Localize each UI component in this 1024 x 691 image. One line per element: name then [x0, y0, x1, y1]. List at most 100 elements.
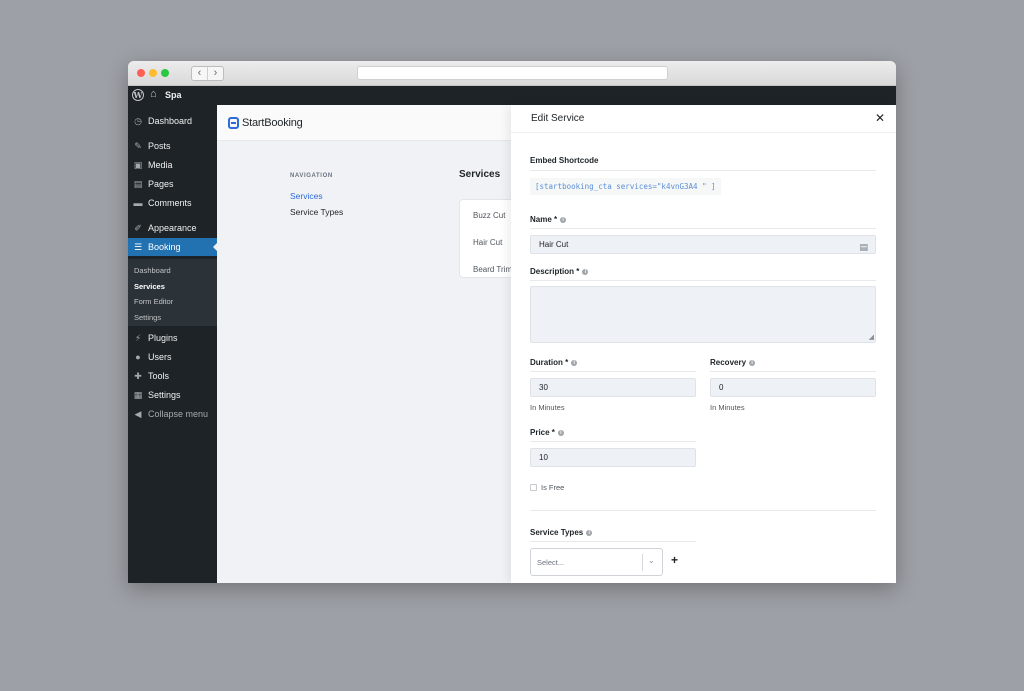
sidebar-item-dashboard[interactable]: ◷ Dashboard: [128, 112, 217, 130]
wordpress-logo-icon[interactable]: W: [132, 89, 144, 101]
collapse-icon: ◀: [134, 408, 142, 419]
back-button[interactable]: ‹: [192, 67, 207, 80]
maximize-window-button[interactable]: [161, 69, 169, 77]
sidebar-item-plugins[interactable]: ⚡ Plugins: [128, 329, 217, 347]
users-icon: ●: [135, 352, 141, 362]
submenu-item-form-editor[interactable]: Form Editor: [134, 297, 173, 306]
add-service-type-button[interactable]: +: [671, 553, 678, 567]
embed-shortcode-label: Embed Shortcode: [530, 156, 599, 165]
divider: [710, 371, 876, 372]
is-free-row: Is Free: [530, 483, 564, 492]
sidebar-item-label: Settings: [148, 390, 181, 400]
divider: [530, 228, 876, 229]
name-label: Name * i: [530, 215, 567, 224]
info-icon: i: [582, 269, 589, 275]
chevron-down-icon[interactable]: ⌄: [648, 556, 655, 565]
info-icon: i: [749, 360, 756, 366]
embed-shortcode-value[interactable]: [startbooking_cta services="k4vnG3A4 " ]: [530, 178, 721, 195]
comments-icon: ▬: [133, 198, 143, 208]
duration-label: Duration * i: [530, 358, 578, 367]
sidebar-item-appearance[interactable]: ✐ Appearance: [128, 219, 217, 237]
plugin-icon: ⚡: [134, 332, 142, 343]
sidebar-item-label: Users: [148, 352, 172, 362]
recovery-field[interactable]: 0: [710, 378, 876, 397]
submenu-item-dashboard[interactable]: Dashboard: [134, 266, 171, 275]
duration-hint: In Minutes: [530, 403, 565, 412]
info-icon: i: [586, 530, 593, 536]
collapse-menu-button[interactable]: ◀ Collapse menu: [128, 405, 217, 423]
pages-icon: ▤: [133, 178, 143, 189]
recovery-label-text: Recovery: [710, 358, 747, 367]
browser-window: ‹ › W ⌂ Spa ◷ Dashboard ✎ Posts ▣ Media …: [128, 61, 896, 583]
is-free-checkbox[interactable]: [530, 484, 537, 491]
sidebar-item-settings[interactable]: ▦ Settings: [128, 386, 217, 404]
sidebar-item-pages[interactable]: ▤ Pages: [128, 175, 217, 193]
info-icon: i: [571, 360, 578, 366]
booking-icon: ☰: [133, 241, 143, 252]
sidebar-item-label: Appearance: [148, 223, 197, 233]
nav-link-services[interactable]: Services: [290, 191, 323, 201]
settings-icon: ▦: [133, 389, 143, 400]
admin-sidebar: ◷ Dashboard ✎ Posts ▣ Media ▤ Pages ▬ Co…: [128, 105, 217, 583]
address-bar[interactable]: [357, 66, 668, 80]
service-types-label-text: Service Types: [530, 528, 584, 537]
close-window-button[interactable]: [137, 69, 145, 77]
panel-title: Edit Service: [531, 113, 585, 124]
description-label: Description * i: [530, 267, 589, 276]
submenu-item-services[interactable]: Services: [134, 282, 165, 291]
wrench-icon: ✚: [134, 370, 142, 381]
brush-icon: ✐: [134, 222, 142, 233]
sidebar-item-label: Posts: [148, 141, 171, 151]
pin-icon: ✎: [134, 140, 142, 151]
media-icon: ▣: [133, 159, 143, 170]
sidebar-item-label: Collapse menu: [148, 409, 209, 419]
divider: [530, 510, 876, 511]
service-types-select[interactable]: Select... ⌄: [530, 548, 663, 576]
minimize-window-button[interactable]: [149, 69, 157, 77]
sidebar-item-label: Plugins: [148, 333, 178, 343]
duration-label-text: Duration *: [530, 358, 569, 367]
divider: [530, 170, 876, 171]
sidebar-item-label: Tools: [148, 371, 170, 381]
recovery-label: Recovery i: [710, 358, 756, 367]
service-types-label: Service Types i: [530, 528, 593, 537]
nav-link-service-types[interactable]: Service Types: [290, 207, 343, 217]
is-free-label: Is Free: [541, 483, 565, 492]
duration-field[interactable]: 30: [530, 378, 696, 397]
description-field[interactable]: ◢: [530, 286, 876, 343]
site-name-link[interactable]: Spa: [165, 90, 182, 100]
panel-header: Edit Service ✕: [511, 105, 896, 133]
price-label-text: Price *: [530, 428, 555, 437]
resize-handle-icon[interactable]: ◢: [869, 333, 874, 341]
home-icon[interactable]: ⌂: [150, 88, 157, 100]
info-icon: i: [557, 430, 564, 436]
list-item[interactable]: Beard Trim: [473, 265, 512, 274]
divider: [530, 280, 876, 281]
services-title: Services: [459, 169, 501, 180]
sidebar-item-label: Pages: [148, 179, 174, 189]
submenu-item-settings[interactable]: Settings: [134, 313, 161, 322]
browser-nav-buttons: ‹ ›: [191, 66, 224, 81]
info-icon: i: [560, 217, 567, 223]
name-field-value: Hair Cut: [539, 240, 569, 249]
sidebar-item-label: Media: [148, 160, 173, 170]
startbooking-logo[interactable]: StartBooking: [228, 117, 303, 129]
sidebar-item-tools[interactable]: ✚ Tools: [128, 367, 217, 385]
select-separator: [642, 554, 643, 571]
id-card-icon: ▤: [859, 242, 868, 252]
edit-service-panel: Edit Service ✕ Embed Shortcode [startboo…: [511, 105, 896, 583]
dashboard-icon: ◷: [134, 115, 142, 126]
sidebar-item-posts[interactable]: ✎ Posts: [128, 137, 217, 155]
close-icon[interactable]: ✕: [875, 111, 885, 125]
sidebar-item-booking[interactable]: ☰ Booking: [128, 238, 217, 256]
list-item[interactable]: Buzz Cut: [473, 211, 505, 220]
description-label-text: Description *: [530, 267, 580, 276]
sidebar-item-comments[interactable]: ▬ Comments: [128, 194, 217, 212]
forward-button[interactable]: ›: [207, 67, 223, 80]
price-field[interactable]: 10: [530, 448, 696, 467]
sidebar-item-media[interactable]: ▣ Media: [128, 156, 217, 174]
name-field[interactable]: Hair Cut ▤: [530, 235, 876, 254]
divider: [530, 441, 696, 442]
list-item[interactable]: Hair Cut: [473, 238, 502, 247]
sidebar-item-users[interactable]: ● Users: [128, 348, 217, 366]
